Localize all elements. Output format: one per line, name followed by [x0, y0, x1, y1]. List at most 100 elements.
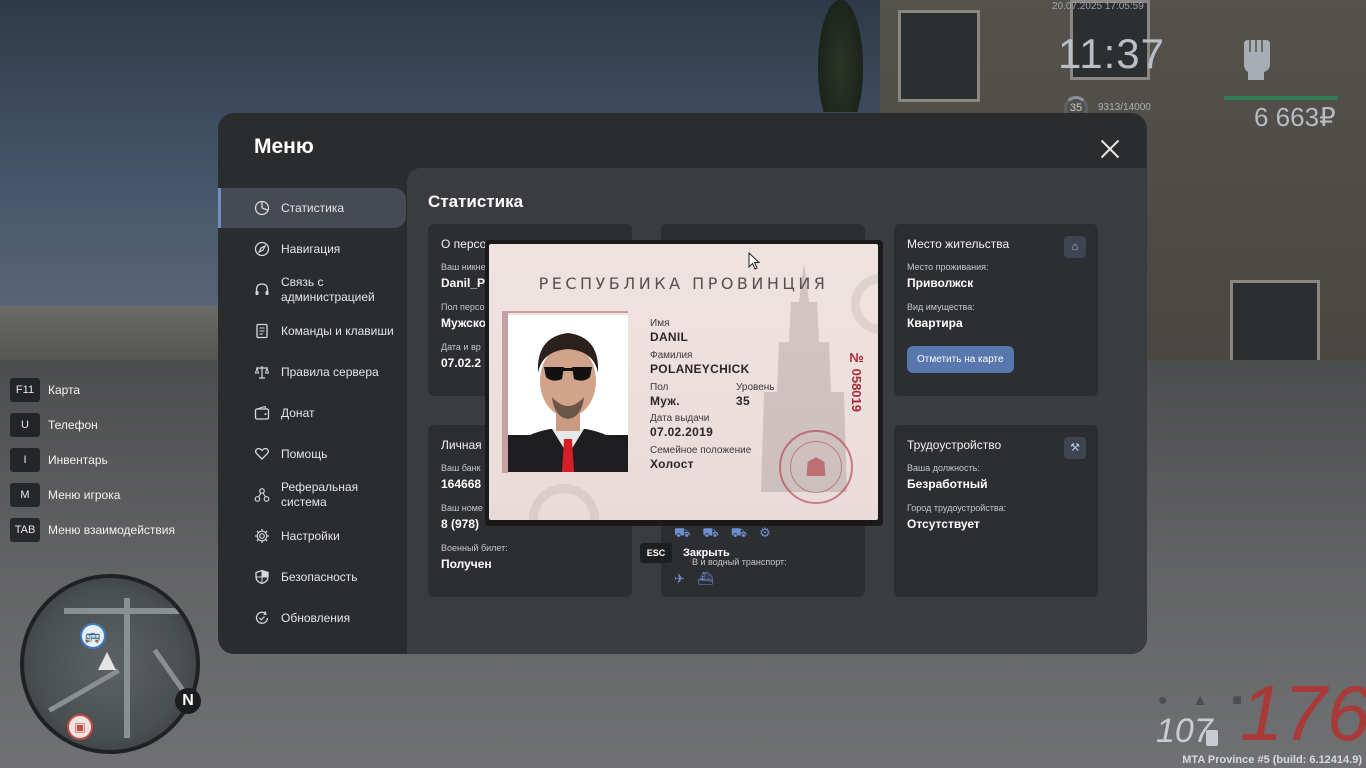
sidebar-item-label: Донат — [281, 405, 315, 420]
hotkey-key: U — [10, 412, 40, 437]
page-title: Статистика — [428, 192, 524, 211]
referral-icon — [254, 488, 270, 502]
name-value: DANIL — [650, 330, 689, 344]
residence-value: Приволжск — [907, 276, 974, 290]
passport-photo — [508, 315, 628, 472]
position-value: Безработный — [907, 477, 988, 491]
house-icon[interactable]: ⌂ — [1064, 236, 1086, 258]
fuel-icon — [1206, 730, 1218, 746]
boat-icon: ⛴ — [696, 571, 714, 586]
sidebar-item-label: Статистика — [281, 200, 345, 215]
esc-key[interactable]: ESC — [640, 543, 672, 563]
sidebar-item-label: Связь с администрацией — [281, 275, 375, 304]
menu-title: Меню — [254, 135, 314, 158]
sidebar-item-label: Навигация — [281, 241, 341, 256]
passport-body: РЕСПУБЛИКА ПРОВИНЦИЯ Имя DANIL Фамилия P… — [489, 244, 878, 520]
hotkey-label: Инвентарь — [48, 452, 108, 467]
plane-icon: ✈ — [674, 571, 685, 586]
passport-card: РЕСПУБЛИКА ПРОВИНЦИЯ Имя DANIL Фамилия P… — [485, 240, 883, 526]
vehicle-status-icons: ● ▲ ■ — [1158, 692, 1253, 709]
surname-label: Фамилия — [650, 350, 693, 361]
hotkey-row: F11 Карта — [10, 372, 220, 407]
level-value: 35 — [736, 394, 750, 408]
sidebar-item-label: Команды и клавиши — [281, 323, 394, 338]
sidebar-item-label: Правила сервера — [281, 364, 379, 379]
military-value: Получен — [441, 557, 492, 571]
sidebar-item-referral[interactable]: Реферальная система — [218, 475, 406, 515]
card-title: Место жительства — [907, 237, 1010, 251]
air-water-icons: ✈ ⛴ — [674, 571, 852, 587]
hotkey-label: Карта — [48, 382, 81, 397]
player-arrow-icon — [98, 652, 116, 670]
north-indicator: N — [175, 688, 201, 714]
hotkey-key: I — [10, 447, 40, 472]
property-value: Квартира — [907, 316, 963, 330]
sidebar-item-help[interactable]: Помощь — [218, 434, 406, 474]
sidebar-item-donate[interactable]: Донат — [218, 393, 406, 433]
eagle-stamp-icon: ☗ — [779, 430, 853, 504]
hud-fuel: 107 — [1156, 712, 1213, 750]
bus-icon: ⛟ — [730, 525, 748, 540]
truck-icon: ⛟ — [702, 525, 719, 540]
hud-money: 6 663₽ — [1254, 102, 1336, 132]
card-title: Трудоустройство — [907, 438, 1002, 452]
sidebar-item-rules[interactable]: Правила сервера — [218, 352, 406, 392]
hammer-icon[interactable]: ⚒ — [1064, 437, 1086, 459]
license-icons: ⛟ ⛟ ⛟ ⚙ — [674, 525, 852, 543]
build-info: MTA Province #5 (build: 6.12414.9) — [1182, 754, 1362, 766]
fist-icon — [1236, 36, 1276, 82]
job-marker-icon: ▣ — [67, 714, 93, 740]
game-far-building — [0, 306, 218, 362]
game-tree — [818, 0, 863, 112]
sidebar-item-label: Безопасность — [281, 569, 358, 584]
avatar — [508, 333, 628, 472]
sidebar-item-commands[interactable]: Команды и клавиши — [218, 311, 406, 351]
job-city-label: Город трудоустройства: — [907, 503, 1007, 513]
military-label: Военный билет: — [441, 543, 508, 553]
sidebar-item-label: Обновления — [281, 610, 351, 625]
wallet-icon — [254, 405, 270, 420]
stats-icon — [254, 200, 270, 216]
issue-date-label: Дата выдачи — [650, 413, 710, 424]
car-icon: ⛟ — [674, 525, 691, 540]
hotkey-row: TAB Меню взаимодействия — [10, 512, 220, 547]
bus-stop-icon: 🚌 — [80, 623, 106, 649]
hud-datetime: 20.07.2025 17:05:59 — [1052, 1, 1144, 12]
family-status-value: Холост — [650, 457, 694, 471]
hotkey-key: F11 — [10, 377, 40, 402]
sidebar-item-updates[interactable]: Обновления — [218, 598, 406, 638]
scales-icon — [254, 366, 270, 379]
position-label: Ваша должность: — [907, 463, 980, 473]
hotkey-key: TAB — [10, 517, 40, 542]
sidebar-item-label: Помощь — [281, 446, 328, 461]
update-icon — [255, 611, 269, 624]
sidebar-item-admin-contact[interactable]: Связь с администрацией — [218, 270, 406, 310]
level-label: Уровень — [736, 382, 775, 393]
close-icon[interactable] — [1098, 137, 1122, 161]
hotkey-row: I Инвентарь — [10, 442, 220, 477]
residence-label: Место проживания: — [907, 262, 989, 272]
sidebar-item-statistics[interactable]: Статистика — [218, 188, 406, 228]
heart-hand-icon — [254, 447, 270, 460]
name-label: Имя — [650, 318, 670, 329]
mark-on-map-button[interactable]: Отметить на карте — [907, 346, 1014, 373]
shield-icon — [255, 569, 269, 585]
sidebar-item-settings[interactable]: Настройки — [218, 516, 406, 556]
sidebar-item-navigation[interactable]: Навигация — [218, 229, 406, 269]
hotkey-list: F11 Карта U Телефон I Инвентарь M Меню и… — [10, 372, 220, 547]
compass-icon — [254, 241, 270, 257]
job-city-value: Отсутствует — [907, 517, 980, 531]
menu-sidebar: Статистика Навигация Связь с администрац… — [218, 188, 406, 639]
hotkey-key: M — [10, 482, 40, 507]
sidebar-item-label: Настройки — [281, 528, 340, 543]
hotkey-row: U Телефон — [10, 407, 220, 442]
card-job: Трудоустройство ⚒ Ваша должность: Безраб… — [894, 425, 1098, 597]
sidebar-item-security[interactable]: Безопасность — [218, 557, 406, 597]
hotkey-label: Телефон — [48, 417, 98, 432]
hud-clock: 11:37 — [1058, 30, 1165, 77]
health-bar — [1224, 96, 1338, 100]
document-icon — [256, 323, 268, 339]
close-label[interactable]: Закрыть — [683, 547, 730, 559]
property-label: Вид имущества: — [907, 302, 975, 312]
family-status-label: Семейное положение — [650, 445, 752, 456]
